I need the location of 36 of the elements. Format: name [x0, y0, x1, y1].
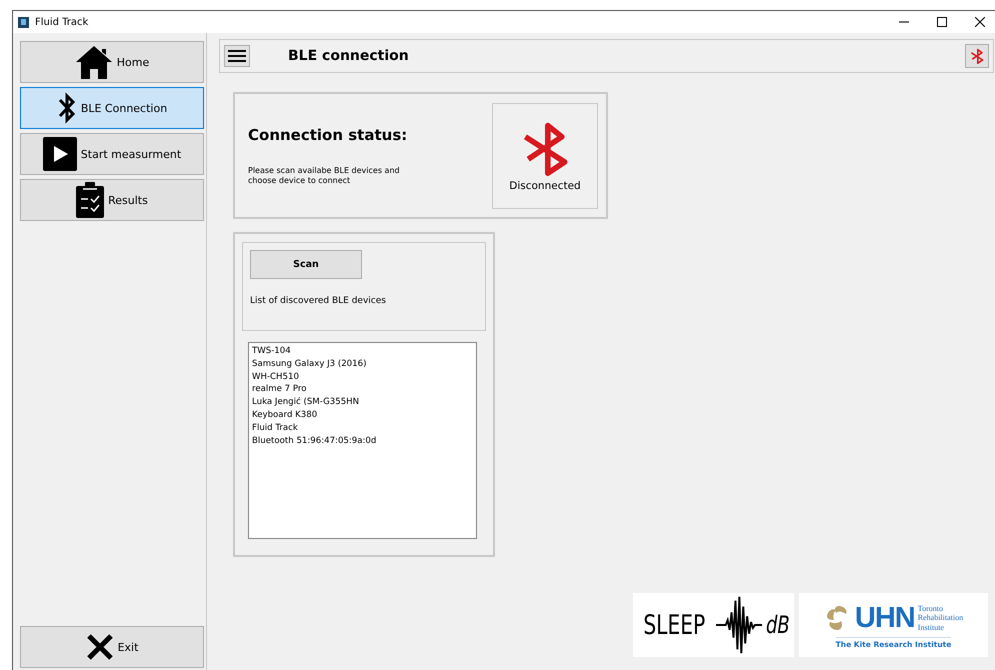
- nav-button[interactable]: Results: [20, 179, 204, 221]
- status-hint: Please scan availabe BLE devices and choose device to connect: [248, 166, 401, 186]
- window-title: Fluid Track: [35, 16, 90, 28]
- logo-text: Toronto Rehabilitation Institute: [918, 604, 964, 632]
- nav-button[interactable]: Start measurment: [20, 133, 204, 175]
- exit-button[interactable]: Exit: [20, 626, 204, 668]
- nav-button[interactable]: Home: [20, 41, 204, 83]
- status-label: Disconnected: [509, 180, 581, 192]
- house-icon: [74, 45, 113, 79]
- list-caption: List of discovered BLE devices: [250, 296, 387, 306]
- device-item[interactable]: Samsung Galaxy J3 (2016): [252, 358, 366, 371]
- device-item[interactable]: WH-CH510: [252, 370, 299, 384]
- device-item[interactable]: Fluid Track: [252, 422, 298, 435]
- logo-text: SLEEP: [643, 610, 706, 640]
- menu-button[interactable]: [224, 45, 250, 67]
- logo-text: UHN: [854, 602, 915, 634]
- bluetooth-icon: [56, 91, 77, 125]
- status-heading: Connection status:: [248, 126, 408, 144]
- device-item[interactable]: Bluetooth 51:96:47:05:9a:0d: [252, 434, 376, 448]
- menu-icon: [228, 49, 246, 63]
- nav-button[interactable]: BLE Connection: [20, 87, 204, 129]
- app-icon: [18, 16, 29, 28]
- page-title: BLE connection: [288, 48, 410, 64]
- waveform-icon: [716, 594, 762, 656]
- play-icon: [42, 137, 77, 171]
- scan-button[interactable]: Scan: [250, 250, 362, 279]
- device-item[interactable]: Keyboard K380: [252, 408, 318, 422]
- device-item[interactable]: realme 7 Pro: [252, 383, 307, 396]
- close-icon: [86, 634, 114, 660]
- clipboard-icon: [76, 182, 104, 218]
- logo-text: dB: [766, 611, 790, 639]
- maximize-icon[interactable]: [937, 17, 947, 27]
- bluetooth-off-icon: [969, 48, 985, 64]
- close-icon[interactable]: [975, 17, 985, 27]
- device-item[interactable]: Luka Jengić (SM-G355HN: [252, 396, 360, 409]
- device-item[interactable]: TWS-104: [252, 345, 291, 358]
